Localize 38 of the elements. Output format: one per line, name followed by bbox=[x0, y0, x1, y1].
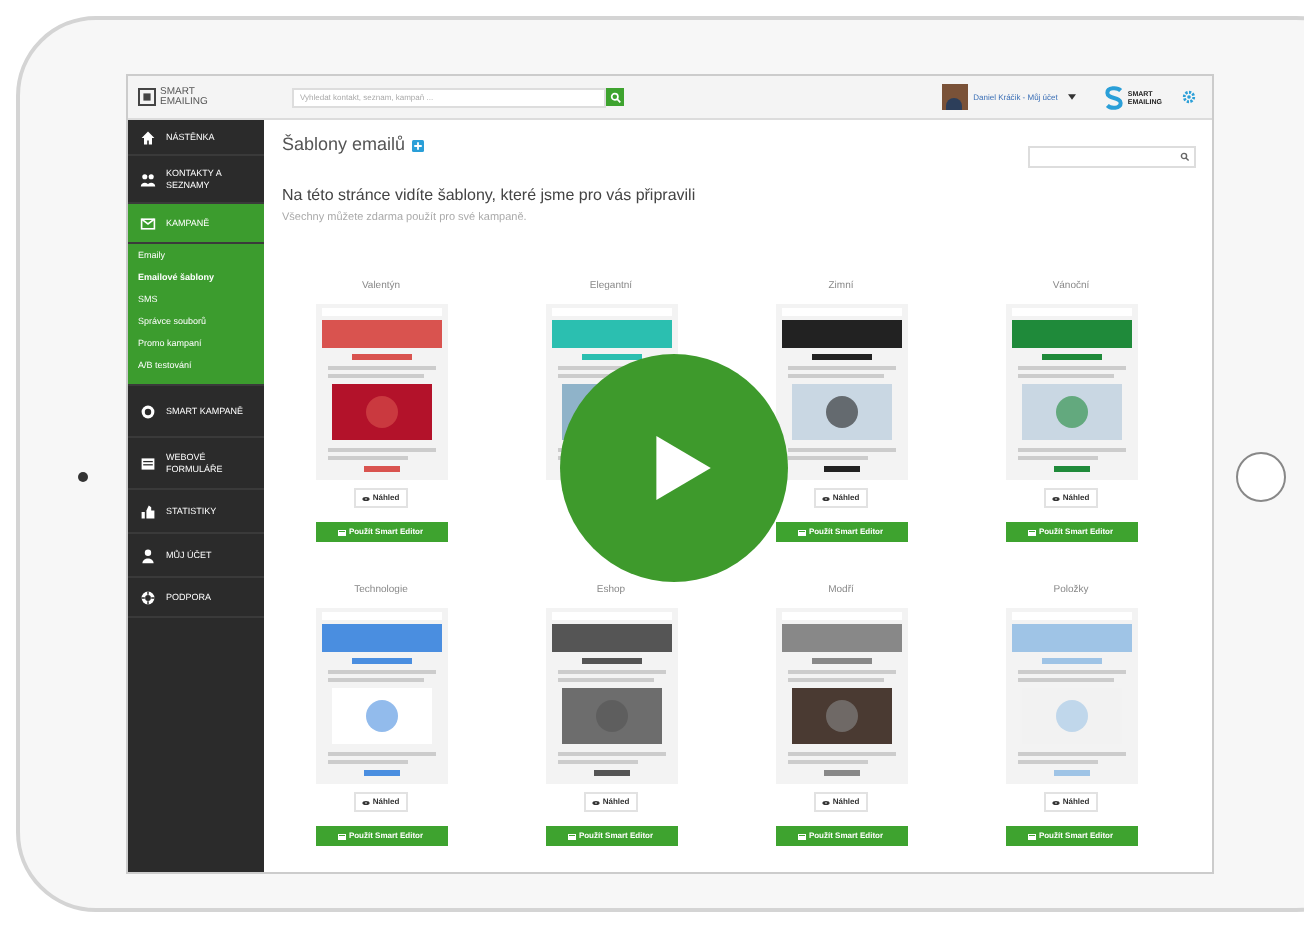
editor-icon bbox=[338, 833, 347, 840]
editor-icon bbox=[798, 529, 807, 536]
editor-icon bbox=[568, 833, 577, 840]
search-button[interactable] bbox=[606, 88, 624, 106]
form-icon bbox=[140, 455, 156, 471]
logo-icon bbox=[138, 88, 156, 106]
eye-icon bbox=[362, 799, 371, 806]
avatar bbox=[941, 84, 968, 110]
eye-icon bbox=[1052, 495, 1061, 502]
editor-icon bbox=[1028, 833, 1037, 840]
home-icon bbox=[140, 129, 156, 145]
search-icon bbox=[609, 91, 621, 103]
chart-icon bbox=[140, 503, 156, 519]
settings-icon bbox=[1182, 90, 1196, 104]
page-title: Šablony emailů bbox=[282, 132, 406, 159]
search-icon bbox=[1180, 151, 1190, 161]
editor-icon bbox=[798, 833, 807, 840]
plus-icon bbox=[411, 140, 424, 152]
eye-icon bbox=[592, 799, 601, 806]
template-search-field[interactable] bbox=[1028, 145, 1196, 167]
person-icon bbox=[140, 547, 156, 563]
play-icon bbox=[650, 432, 714, 504]
lifebuoy-icon bbox=[140, 589, 156, 605]
circle-icon bbox=[140, 403, 156, 419]
s-logo-icon bbox=[1103, 85, 1124, 109]
play-button[interactable] bbox=[560, 354, 788, 582]
caret-icon bbox=[1067, 94, 1076, 100]
people-icon bbox=[140, 171, 156, 187]
editor-icon bbox=[1028, 529, 1037, 536]
home-button[interactable] bbox=[1236, 452, 1286, 502]
editor-icon bbox=[338, 529, 347, 536]
eye-icon bbox=[822, 799, 831, 806]
page-heading: Na této stránce vidíte šablony, které jsme pro vás připravili bbox=[282, 184, 698, 208]
eye-icon bbox=[822, 495, 831, 502]
envelope-icon bbox=[140, 215, 156, 231]
eye-icon bbox=[362, 495, 371, 502]
eye-icon bbox=[1052, 799, 1061, 806]
camera-icon bbox=[78, 472, 88, 482]
